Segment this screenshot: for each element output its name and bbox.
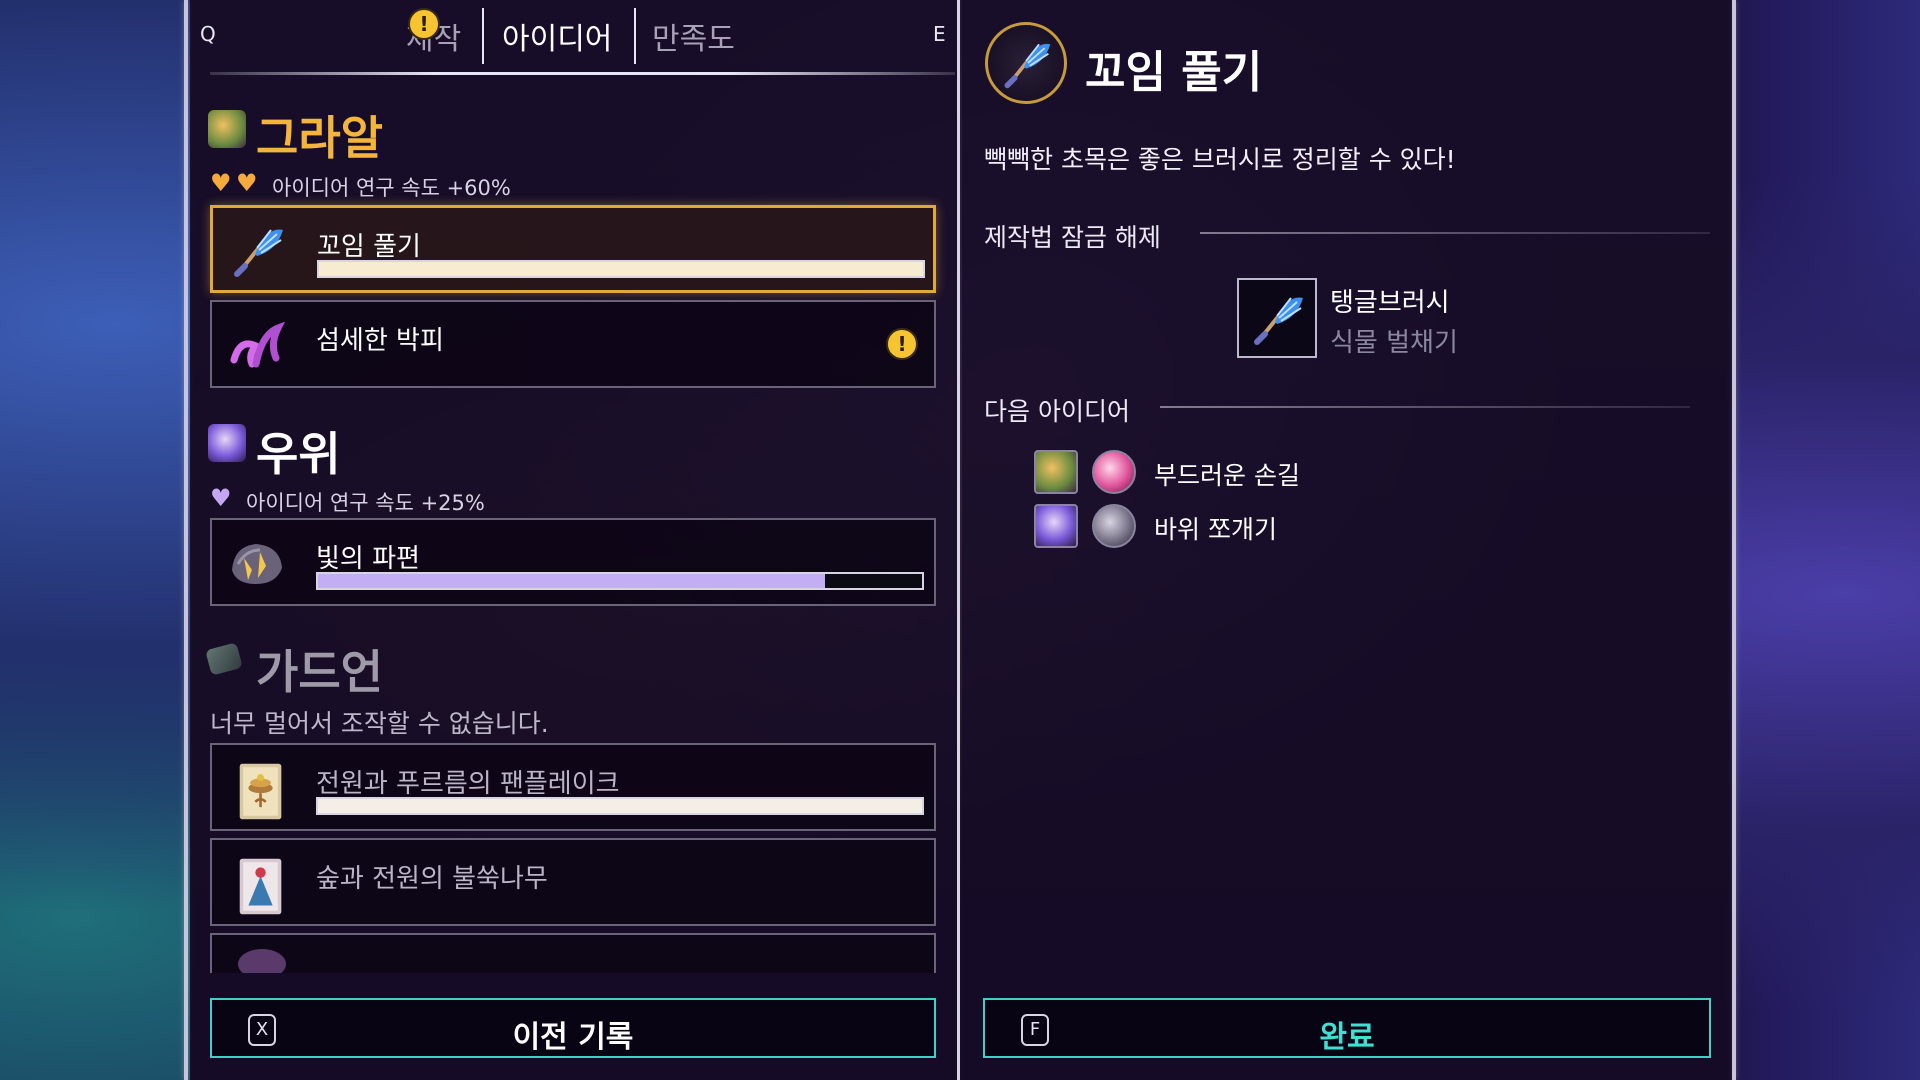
heart-icon: ♥ (210, 169, 232, 197)
idea-name: 꼬임 풀기 (317, 232, 421, 262)
tab-satisfaction[interactable]: 만족도 (652, 14, 735, 58)
uwi-portrait-icon (208, 424, 246, 462)
idea-card-partial[interactable] (210, 933, 936, 973)
prev-tab-key[interactable]: Q (200, 22, 216, 46)
brush-icon (234, 229, 283, 277)
next-idea-label: 부드러운 손길 (1154, 461, 1300, 490)
frame-right-edge (1732, 0, 1736, 1080)
next-ideas-heading: 다음 아이디어 (984, 397, 1130, 426)
detail-description: 빽빽한 초목은 좋은 브러시로 정리할 수 있다! (984, 145, 1456, 174)
rock-orb-icon (1092, 504, 1136, 548)
heart-icon: ♥ (236, 169, 258, 197)
alert-badge-icon: ! (408, 8, 440, 40)
history-button-label: 이전 기록 (512, 1020, 634, 1055)
heart-icon: ♥ (210, 484, 232, 512)
history-button[interactable]: X 이전 기록 (210, 998, 936, 1058)
group-subtitle: 아이디어 연구 속도 +60% (272, 176, 511, 200)
group-title: 그라알 (256, 111, 383, 165)
tab-separator (634, 8, 636, 64)
tab-ideas[interactable]: 아이디어 (502, 14, 612, 58)
done-button[interactable]: F 완료 (983, 998, 1711, 1058)
partial-item-icon (238, 949, 286, 973)
panel-divider (957, 0, 960, 1080)
next-idea-label: 바위 쪼개기 (1154, 515, 1277, 544)
tab-underline (210, 72, 955, 75)
tentacle-icon (230, 321, 286, 368)
idea-name: 숲과 전원의 불쑥나무 (316, 864, 548, 894)
recipe-name: 탱글브러시 (1330, 288, 1450, 318)
unlock-heading: 제작법 잠금 해제 (984, 223, 1161, 252)
grawl-portrait-icon (208, 110, 246, 148)
tree-card-icon (239, 858, 282, 915)
tab-separator (482, 8, 484, 64)
group-title: 가드언 (256, 645, 383, 699)
idea-card-delicate-peel[interactable]: 섬세한 박피 ! (210, 300, 936, 388)
idea-name: 섬세한 박피 (316, 326, 444, 356)
idea-name: 빛의 파편 (316, 544, 420, 574)
idea-progress-bar (316, 572, 924, 590)
done-button-label: 완료 (1319, 1020, 1375, 1055)
crystal-rock-icon (232, 544, 282, 584)
idea-card-light-shard[interactable]: 빛의 파편 (210, 518, 936, 606)
section-divider (1160, 406, 1690, 408)
idea-name: 전원과 푸르름의 팬플레이크 (316, 769, 620, 799)
grawl-portrait-icon (1034, 450, 1078, 494)
frame-left-edge (184, 0, 188, 1080)
idea-card-untangle[interactable]: 꼬임 풀기 (210, 205, 936, 293)
idea-card-pancake[interactable]: 전원과 푸르름의 팬플레이크 (210, 743, 936, 831)
idea-progress-bar (316, 797, 924, 815)
group-subtitle: 너무 멀어서 조작할 수 없습니다. (210, 709, 549, 738)
uwi-portrait-icon (1034, 504, 1078, 548)
pancake-card-icon (239, 763, 282, 820)
section-divider (1200, 232, 1710, 234)
next-tab-key[interactable]: E (933, 22, 946, 46)
pink-orb-icon (1092, 450, 1136, 494)
detail-title: 꼬임 풀기 (1085, 47, 1263, 98)
alert-badge-icon: ! (886, 328, 918, 360)
recipe-category: 식물 벌채기 (1330, 328, 1458, 358)
group-subtitle: 아이디어 연구 속도 +25% (246, 491, 485, 515)
tab-bar: Q 제작 ! 아이디어 만족도 E (190, 0, 958, 74)
recipe-slot[interactable] (1237, 278, 1317, 358)
group-title: 우위 (256, 427, 341, 481)
idea-card-tree[interactable]: 숲과 전원의 불쑥나무 (210, 838, 936, 926)
tanglebrush-icon (1254, 297, 1303, 345)
detail-brush-icon (985, 22, 1067, 104)
idea-progress-bar (317, 260, 925, 278)
